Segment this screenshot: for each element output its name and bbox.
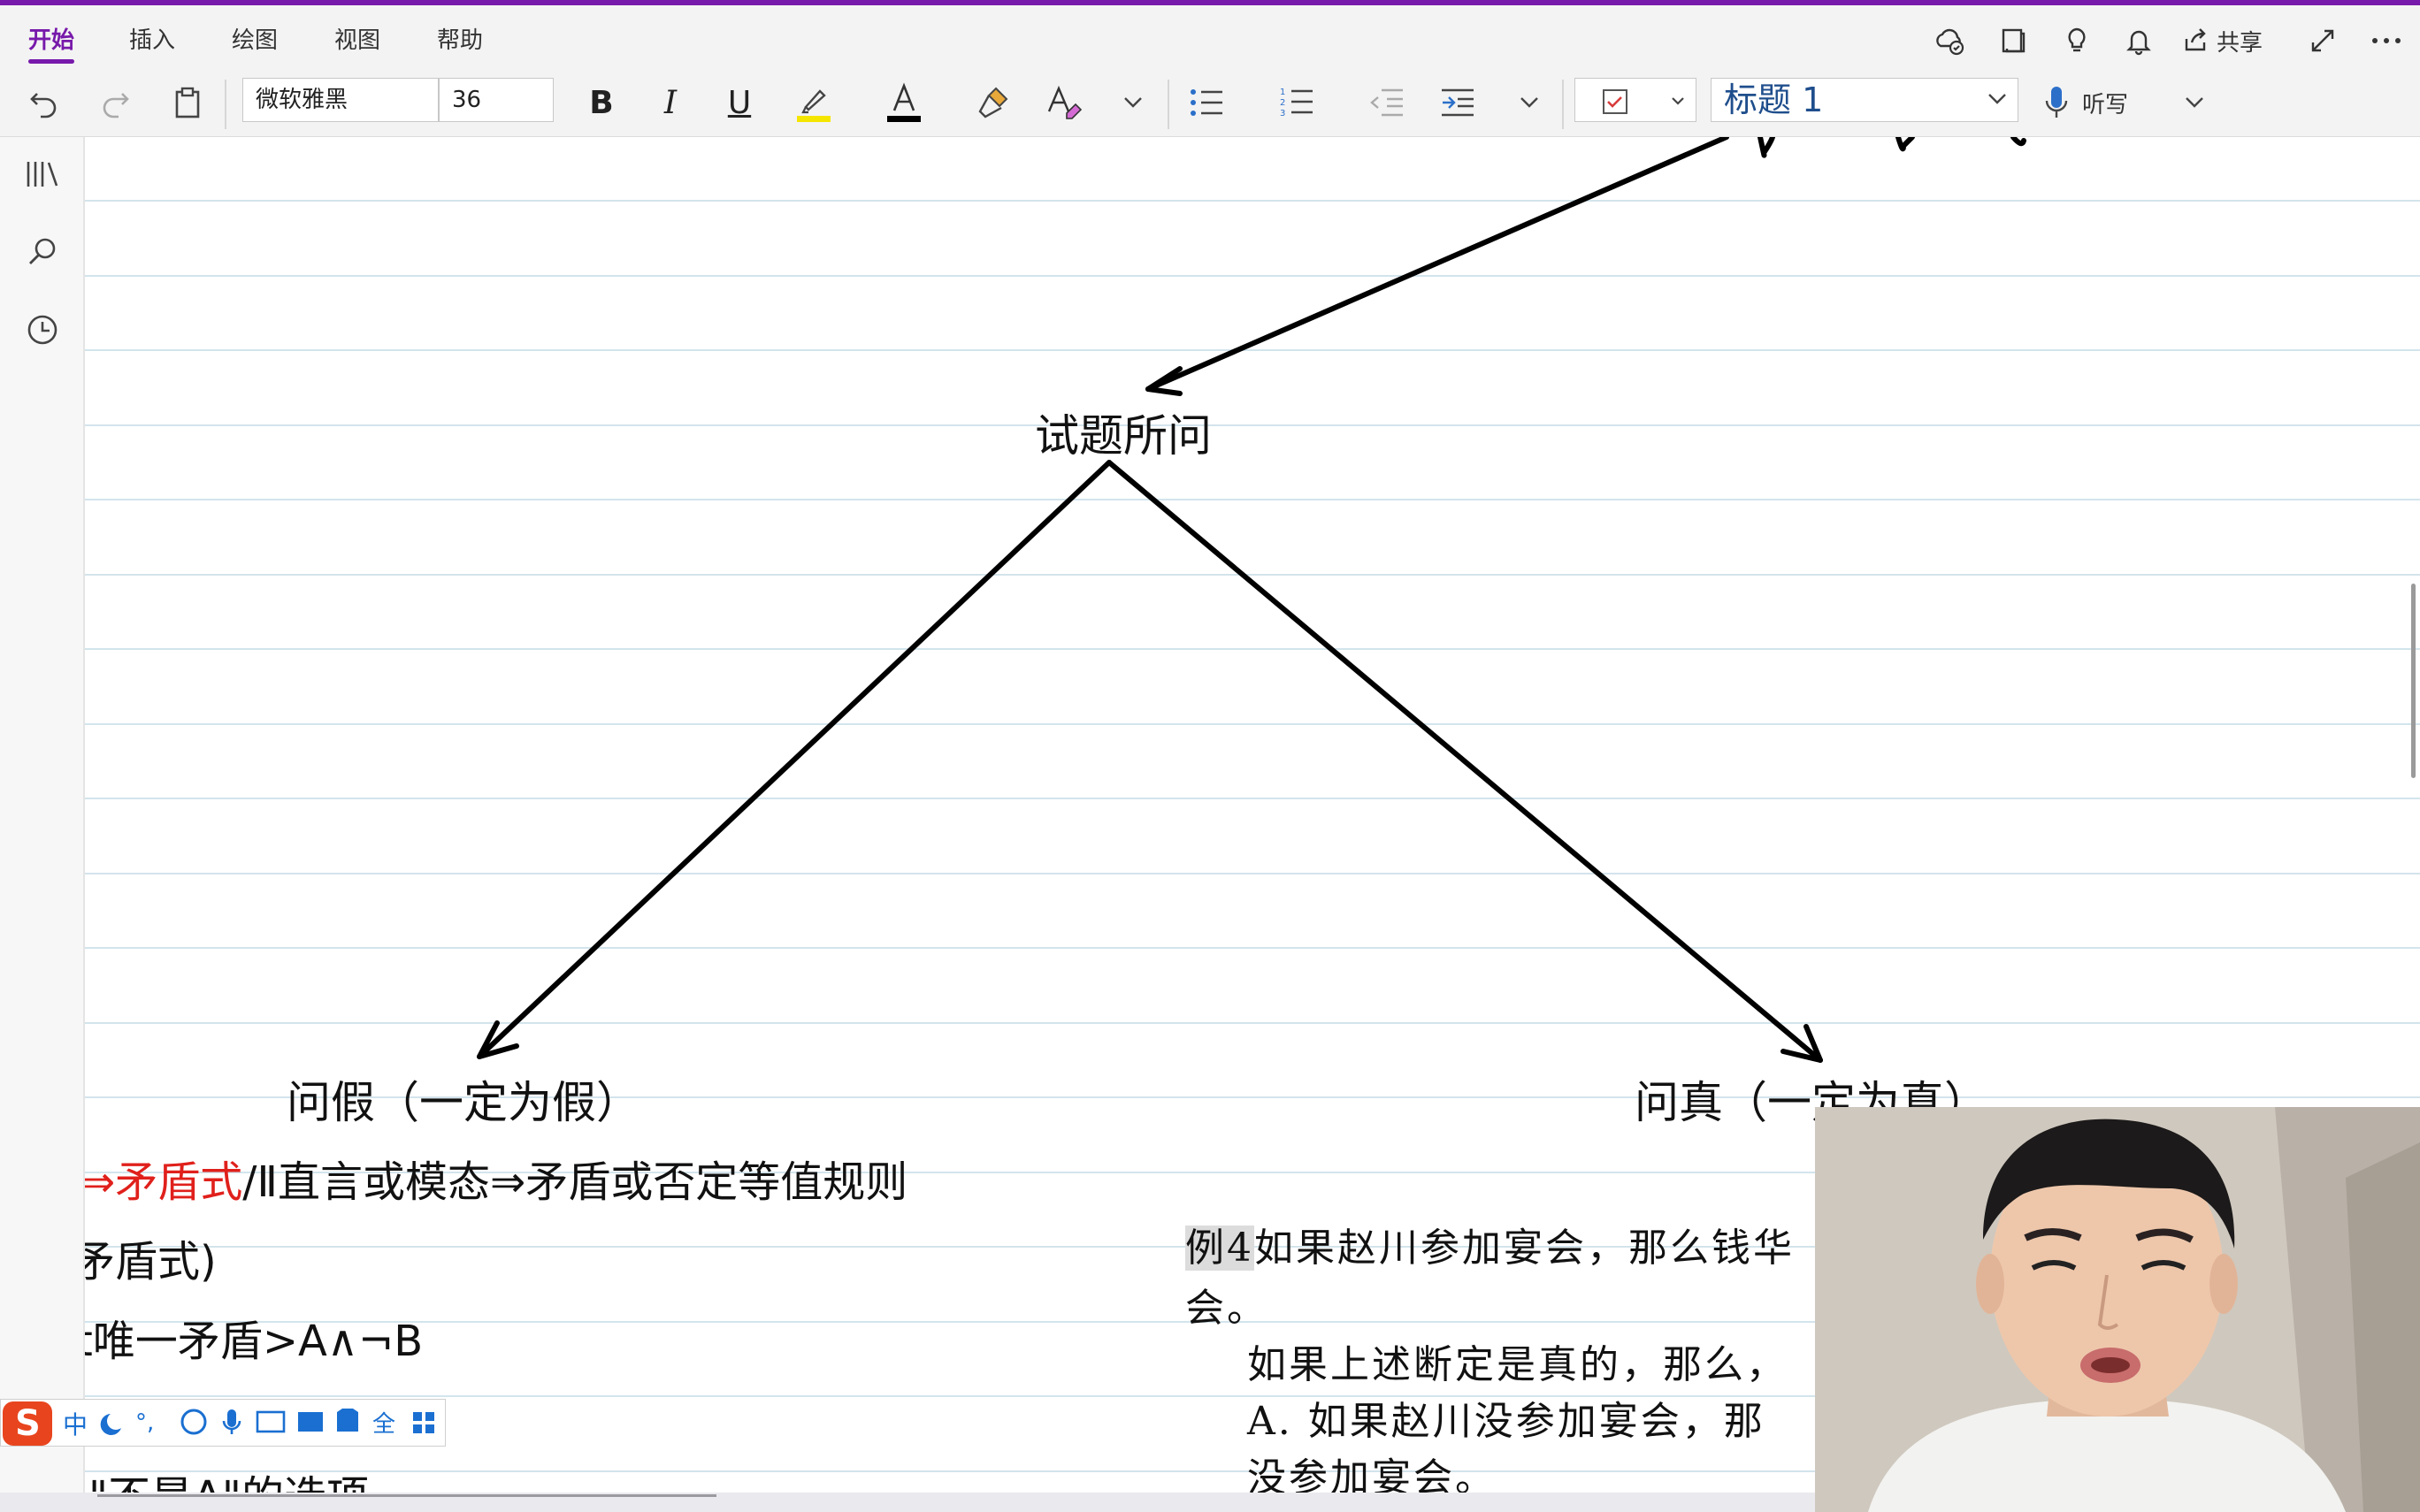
decrease-indent-button[interactable] — [1362, 74, 1412, 131]
divider — [1168, 80, 1169, 129]
chevron-down-icon — [1988, 94, 2006, 104]
taskbar-edge — [0, 1493, 1815, 1512]
navigation-sidebar — [0, 137, 85, 1512]
tab-draw[interactable]: 绘图 — [232, 19, 278, 62]
indent-icon — [1442, 88, 1474, 117]
right-note-line-3: 如果上述断定是真的，那么， — [1247, 1342, 1788, 1387]
todo-tag-icon — [1603, 89, 1684, 114]
tab-help[interactable]: 帮助 — [437, 19, 483, 62]
right-note-text-1: 如果赵川参加宴会，那么钱华 — [1254, 1226, 1795, 1271]
dictate-button[interactable]: 听写 — [2043, 74, 2140, 131]
example-tag: 例4 — [1185, 1226, 1254, 1271]
undo-icon — [30, 93, 57, 118]
dictate-dropdown[interactable] — [2172, 74, 2217, 131]
notebooks-icon[interactable] — [18, 149, 67, 199]
svg-text:1: 1 — [1280, 88, 1285, 97]
lightbulb-icon[interactable] — [2054, 18, 2100, 64]
font-color-button[interactable] — [879, 74, 929, 131]
chevron-down-icon — [1520, 97, 1538, 108]
search-icon[interactable] — [18, 227, 67, 277]
root-label: 试题所问 — [1035, 410, 1212, 462]
underline-button[interactable]: U — [715, 74, 764, 131]
italic-button[interactable]: I — [646, 74, 695, 131]
chevron-down-icon — [1124, 97, 1142, 108]
svg-text:°,: °, — [135, 1409, 154, 1436]
redo-button[interactable] — [90, 74, 140, 131]
ime-icons: S 中 °, 全 — [3, 1401, 434, 1446]
tag-dropdown[interactable] — [1574, 78, 1696, 122]
left-branch-label: 问假（一定为假） — [287, 1077, 640, 1128]
bullets-button[interactable] — [1182, 74, 1231, 131]
numbered-list-icon: 123 — [1280, 88, 1313, 118]
right-note-line-4: A. 如果赵川没参加宴会，那 — [1247, 1399, 1765, 1444]
bullet-list-icon — [1191, 89, 1222, 116]
share-label: 共享 — [2217, 29, 2263, 57]
svg-text:S: S — [15, 1403, 41, 1444]
clear-format-icon — [1047, 85, 1083, 119]
font-color-icon — [887, 82, 921, 122]
svg-text:全: 全 — [372, 1411, 395, 1438]
style-value: 标题 1 — [1724, 80, 1824, 119]
recent-icon[interactable] — [18, 305, 67, 355]
more-format-dropdown[interactable] — [1111, 74, 1155, 131]
bold-button[interactable]: B — [577, 74, 626, 131]
ink-scribble — [2010, 137, 2026, 147]
ink-arrow-to-root — [1145, 137, 1729, 392]
taskbar-progress — [97, 1494, 716, 1497]
undo-button[interactable] — [19, 74, 69, 131]
svg-text:2: 2 — [1280, 98, 1285, 108]
clipboard-button[interactable] — [163, 74, 212, 131]
expand-icon[interactable] — [2300, 18, 2346, 64]
svg-text:3: 3 — [1280, 109, 1285, 118]
right-note-line-2: 会。 — [1185, 1286, 1268, 1331]
font-size-field[interactable]: 36 — [439, 78, 554, 122]
outdent-icon — [1370, 88, 1403, 117]
chevron-down-icon — [2186, 97, 2203, 108]
divider — [225, 80, 226, 129]
format-painter-button[interactable] — [969, 74, 1019, 131]
left-note-line-2: 矛盾式) — [85, 1237, 217, 1287]
left-note-rest-text: /Ⅱ直言或模态⇒矛盾或否定等值规则 — [242, 1157, 908, 1207]
font-name-field[interactable]: 微软雅黑 — [242, 78, 439, 122]
webcam-overlay — [1815, 1107, 2420, 1512]
left-note-line-3: t唯一矛盾>A∧¬B — [85, 1317, 424, 1366]
left-note-line-1: ⇒矛盾式/Ⅱ直言或模态⇒矛盾或否定等值规则 — [85, 1147, 908, 1209]
sync-status-icon[interactable] — [1926, 18, 1972, 64]
ink-line-right — [1107, 460, 1823, 1063]
left-note-red-text: ⇒矛盾式 — [85, 1157, 243, 1207]
highlighter-icon — [797, 89, 831, 122]
tab-insert[interactable]: 插入 — [129, 19, 175, 62]
right-note-line-1: 例4如果赵川参加宴会，那么钱华 — [1185, 1216, 1795, 1272]
presenter-video — [1815, 1107, 2420, 1512]
redo-icon — [103, 93, 129, 118]
divider — [1562, 80, 1564, 129]
notebook-icon[interactable] — [1990, 18, 2036, 64]
clear-formatting-button[interactable] — [1040, 74, 1090, 131]
more-paragraph-dropdown[interactable] — [1507, 74, 1551, 131]
vertical-scrollbar[interactable] — [2411, 584, 2416, 778]
tab-view[interactable]: 视图 — [334, 19, 380, 62]
clipboard-icon — [175, 87, 200, 118]
more-options-icon[interactable] — [2363, 18, 2409, 64]
share-button[interactable]: 共享 — [2181, 18, 2287, 64]
ink-scribble — [1758, 137, 1775, 158]
ime-toolbar: S 中 °, 全 — [0, 1399, 446, 1447]
microphone-icon — [2045, 87, 2068, 118]
bell-icon[interactable] — [2116, 18, 2162, 64]
ink-arrowhead — [1145, 366, 1183, 396]
svg-text:中: 中 — [63, 1410, 88, 1439]
tab-home[interactable]: 开始 — [28, 19, 75, 64]
highlight-button[interactable] — [789, 74, 839, 131]
ink-scribble — [1895, 137, 1915, 152]
dictate-label: 听写 — [2082, 91, 2129, 118]
style-dropdown[interactable]: 标题 1 — [1711, 78, 2018, 122]
format-painter-icon — [978, 87, 1008, 118]
ribbon: 开始 插入 绘图 视图 帮助 共享 微软雅黑 36 B I U 1 2 3 标题… — [0, 5, 2420, 137]
numbering-button[interactable]: 123 — [1272, 74, 1321, 131]
ink-line-left — [477, 460, 1112, 1059]
share-icon — [2185, 28, 2206, 51]
increase-indent-button[interactable] — [1433, 74, 1482, 131]
